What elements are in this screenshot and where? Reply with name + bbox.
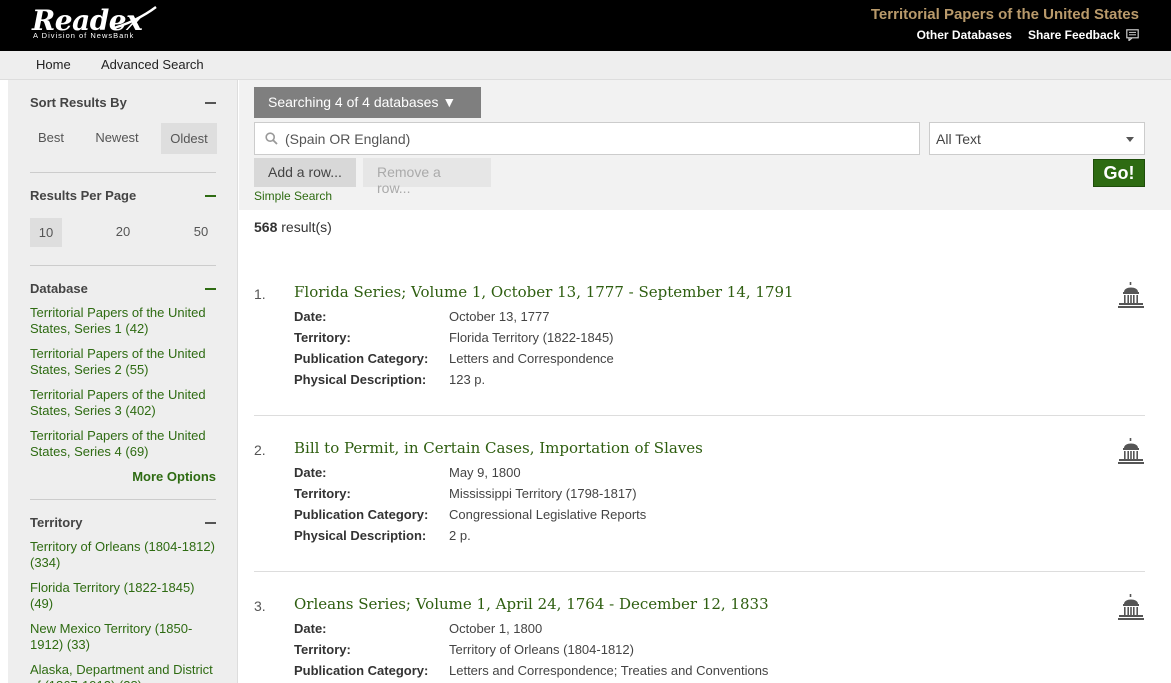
result-divider	[254, 571, 1145, 572]
meta-value: October 1, 1800	[449, 621, 543, 636]
results-count-suffix: result(s)	[277, 219, 332, 235]
territory-filter-link[interactable]: Florida Territory (1822-1845) (49)	[30, 580, 220, 612]
feedback-icon	[1126, 29, 1139, 41]
result-title-link[interactable]: Orleans Series; Volume 1, April 24, 1764…	[294, 595, 769, 613]
meta-value: Letters and Correspondence	[449, 351, 614, 366]
meta-value: 2 p.	[449, 528, 471, 543]
meta-label: Date:	[294, 309, 327, 324]
product-title: Territorial Papers of the United States	[870, 6, 1139, 23]
database-filter-link[interactable]: Territorial Papers of the United States,…	[30, 428, 220, 460]
nav-bar: Home Advanced Search	[0, 51, 1171, 80]
result-number: 2.	[254, 442, 266, 458]
meta-value: Letters and Correspondence; Treaties and…	[449, 663, 769, 678]
search-panel: Searching 4 of 4 databases ▼ All Text Ad…	[239, 80, 1171, 210]
search-icon	[265, 132, 278, 145]
database-heading: Database	[30, 281, 88, 296]
logo-swoosh-icon	[113, 6, 157, 30]
meta-label: Physical Description:	[294, 372, 427, 387]
territory-filter-link[interactable]: Alaska, Department and District of (1867…	[30, 662, 220, 683]
search-input[interactable]	[285, 123, 905, 154]
top-header: Readex A Division of NewsBank Territoria…	[0, 0, 1171, 51]
add-row-button[interactable]: Add a row...	[254, 158, 356, 187]
meta-label: Date:	[294, 621, 327, 636]
result-title-link[interactable]: Bill to Permit, in Certain Cases, Import…	[294, 439, 703, 457]
dropdown-caret-icon	[1126, 137, 1134, 142]
territory-section-header[interactable]: Territory	[30, 514, 216, 534]
go-button[interactable]: Go!	[1093, 159, 1145, 187]
result-number: 1.	[254, 286, 266, 302]
database-filter-link[interactable]: Territorial Papers of the United States,…	[30, 387, 220, 419]
per-page-20[interactable]: 20	[108, 224, 138, 239]
result-item: 1. Florida Series; Volume 1, October 13,…	[254, 281, 1145, 393]
sort-section-header[interactable]: Sort Results By	[30, 94, 216, 114]
collapse-icon[interactable]	[205, 102, 216, 104]
divider	[30, 172, 216, 173]
logo-tagline: A Division of NewsBank	[33, 31, 135, 40]
capitol-building-icon[interactable]	[1117, 593, 1145, 621]
meta-label: Territory:	[294, 486, 351, 501]
meta-label: Date:	[294, 465, 327, 480]
territory-heading: Territory	[30, 515, 83, 530]
meta-value: Florida Territory (1822-1845)	[449, 330, 614, 345]
meta-label: Publication Category:	[294, 351, 429, 366]
result-item: 2. Bill to Permit, in Certain Cases, Imp…	[254, 437, 1145, 549]
meta-label: Territory:	[294, 330, 351, 345]
sort-best[interactable]: Best	[30, 130, 72, 145]
nav-home[interactable]: Home	[36, 57, 71, 72]
search-box[interactable]	[254, 122, 920, 155]
results-count: 568 result(s)	[254, 219, 332, 235]
meta-label: Physical Description:	[294, 528, 427, 543]
meta-value: October 13, 1777	[449, 309, 550, 324]
meta-value: Territory of Orleans (1804-1812)	[449, 642, 634, 657]
search-field-value: All Text	[936, 131, 981, 147]
divider	[30, 499, 216, 500]
meta-label: Publication Category:	[294, 507, 429, 522]
meta-value: Congressional Legislative Reports	[449, 507, 647, 522]
readex-logo[interactable]: Readex A Division of NewsBank	[32, 4, 164, 44]
result-item: 3. Orleans Series; Volume 1, April 24, 1…	[254, 593, 1145, 683]
database-section-header[interactable]: Database	[30, 280, 216, 300]
searching-databases-button[interactable]: Searching 4 of 4 databases ▼	[254, 87, 481, 118]
result-number: 3.	[254, 598, 266, 614]
meta-value: May 9, 1800	[449, 465, 521, 480]
meta-value: Mississippi Territory (1798-1817)	[449, 486, 637, 501]
sort-heading: Sort Results By	[30, 95, 127, 110]
meta-label: Territory:	[294, 642, 351, 657]
meta-label: Publication Category:	[294, 663, 429, 678]
share-feedback-label: Share Feedback	[1027, 28, 1120, 42]
database-filter-link[interactable]: Territorial Papers of the United States,…	[30, 346, 220, 378]
capitol-building-icon[interactable]	[1117, 437, 1145, 465]
remove-row-button: Remove a row...	[363, 158, 491, 196]
result-divider	[254, 415, 1145, 416]
territory-filter-link[interactable]: New Mexico Territory (1850-1912) (33)	[30, 621, 220, 653]
header-links: Other Databases Share Feedback	[917, 28, 1139, 42]
nav-advanced-search[interactable]: Advanced Search	[101, 57, 204, 72]
share-feedback-link[interactable]: Share Feedback	[1028, 28, 1139, 42]
divider	[30, 265, 216, 266]
sort-oldest[interactable]: Oldest	[161, 123, 217, 154]
capitol-building-icon[interactable]	[1117, 281, 1145, 309]
meta-value: 123 p.	[449, 372, 486, 387]
simple-search-link[interactable]: Simple Search	[254, 189, 332, 203]
sidebar: Sort Results By Best Newest Oldest Resul…	[8, 80, 238, 683]
per-page-10[interactable]: 10	[30, 218, 62, 247]
territory-filter-link[interactable]: Territory of Orleans (1804-1812) (334)	[30, 539, 220, 571]
per-page-heading: Results Per Page	[30, 188, 137, 203]
search-field-select[interactable]: All Text	[929, 122, 1145, 155]
database-filter-link[interactable]: Territorial Papers of the United States,…	[30, 305, 220, 337]
sort-newest[interactable]: Newest	[90, 130, 144, 145]
collapse-icon[interactable]	[205, 195, 216, 197]
collapse-icon[interactable]	[205, 288, 216, 290]
per-page-section-header[interactable]: Results Per Page	[30, 187, 216, 207]
per-page-50[interactable]: 50	[186, 224, 216, 239]
other-databases-link[interactable]: Other Databases	[917, 28, 1012, 42]
result-title-link[interactable]: Florida Series; Volume 1, October 13, 17…	[294, 283, 794, 301]
more-options-link[interactable]: More Options	[132, 469, 216, 484]
collapse-icon[interactable]	[205, 522, 216, 524]
results-count-number: 568	[254, 219, 278, 235]
